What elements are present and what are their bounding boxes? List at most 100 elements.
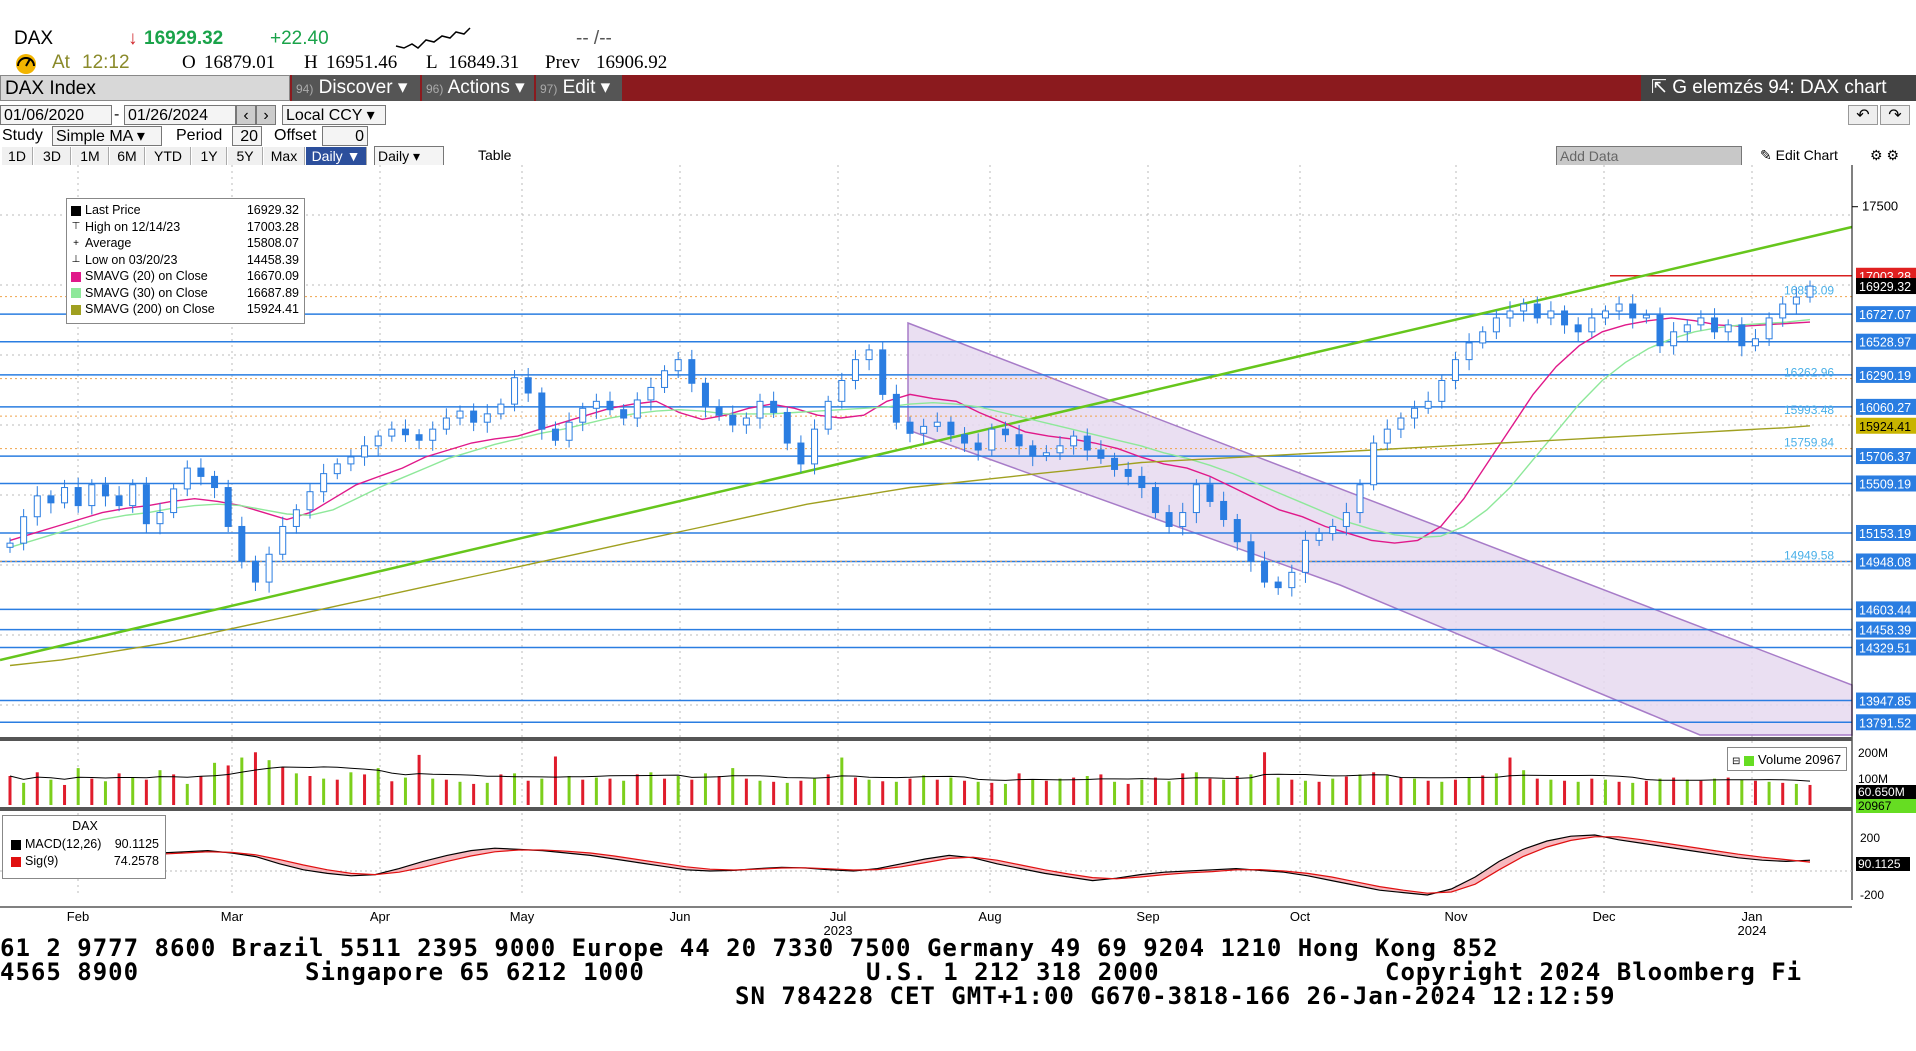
- candle-body: [538, 392, 546, 430]
- add-data-field[interactable]: Add Data: [1556, 146, 1742, 166]
- period-button-1y[interactable]: 1Y: [192, 147, 227, 165]
- x-tick-label: Jan: [1742, 909, 1763, 924]
- pop-out-icon[interactable]: ⇱: [1651, 77, 1667, 98]
- period-label: Period: [176, 127, 223, 144]
- price-tag-label: 16528.97: [1859, 336, 1911, 350]
- offset-input[interactable]: 0: [322, 126, 368, 146]
- price-tag-label: 16727.07: [1859, 308, 1911, 322]
- discover-num: 94): [296, 82, 314, 96]
- legend-row: SMAVG (200) on Close 15924.41: [71, 301, 299, 317]
- volume-bar: [1631, 782, 1635, 805]
- candle-body: [1329, 525, 1337, 534]
- start-date-text: 01/06/2020: [4, 107, 85, 124]
- edit-chart-button[interactable]: ✎ Edit Chart: [1760, 146, 1852, 166]
- candle-body: [33, 495, 41, 518]
- period-input[interactable]: 20: [232, 126, 262, 146]
- period-button-max[interactable]: Max: [264, 147, 305, 165]
- settings-icon[interactable]: ⚙ ⚙: [1870, 146, 1910, 166]
- candle-body: [1247, 541, 1255, 562]
- volume-bar: [826, 774, 830, 805]
- volume-bar: [1453, 779, 1457, 805]
- macd-row: MACD(12,26) 90.1125: [11, 836, 159, 852]
- period-button-3d[interactable]: 3D: [34, 147, 71, 165]
- start-date-field[interactable]: 01/06/2020: [0, 105, 112, 125]
- legend-label: High on 12/14/23: [85, 219, 181, 234]
- candle-body: [1792, 296, 1800, 305]
- candle-body: [170, 488, 178, 514]
- currency-select[interactable]: Local CCY ▾: [282, 105, 386, 125]
- candle-body: [1670, 331, 1678, 347]
- candle-body: [1288, 571, 1296, 589]
- period-button-ytd[interactable]: YTD: [146, 147, 191, 165]
- period-button-1m[interactable]: 1M: [72, 147, 109, 165]
- volume-bar: [499, 774, 503, 805]
- candle-body: [633, 399, 641, 419]
- period-button-6m[interactable]: 6M: [110, 147, 145, 165]
- actions-button[interactable]: 96) Actions ▾: [422, 75, 534, 101]
- volume-bar: [1576, 781, 1580, 805]
- frequency-button[interactable]: Daily ▼: [306, 147, 367, 165]
- table-button[interactable]: Table: [478, 146, 548, 166]
- end-date-field[interactable]: 01/26/2024: [124, 105, 236, 125]
- security-field[interactable]: DAX Index: [0, 75, 290, 101]
- candle-body: [456, 410, 464, 419]
- volume-bar: [253, 752, 257, 805]
- price-tag-label: 14329.51: [1859, 641, 1911, 655]
- volume-bar: [581, 779, 585, 805]
- candle-body: [1383, 428, 1391, 444]
- chevron-down-icon: ▾: [600, 77, 611, 98]
- volume-bar: [213, 762, 217, 805]
- volume-bar: [1549, 779, 1553, 805]
- volume-bar: [935, 779, 939, 805]
- candle-body: [1683, 324, 1691, 333]
- candle-body: [1506, 310, 1514, 319]
- prev-arrow-icon[interactable]: ‹: [236, 105, 256, 125]
- next-arrow-icon[interactable]: ›: [256, 105, 276, 125]
- volume-tick: 100M: [1858, 772, 1888, 786]
- discover-button[interactable]: 94) Discover ▾: [292, 75, 420, 101]
- volume-bar: [744, 778, 748, 805]
- volume-bar: [267, 760, 271, 805]
- frequency-text: Daily: [378, 148, 410, 164]
- sparkline-icon: [395, 27, 471, 49]
- macd-tick: -200: [1860, 888, 1884, 902]
- candle-body: [1083, 435, 1091, 451]
- candle-body: [1001, 428, 1009, 436]
- price-tag-label: 16060.27: [1859, 401, 1911, 415]
- candle-body: [415, 434, 423, 441]
- study-select[interactable]: Simple MA ▾: [52, 126, 162, 146]
- legend-swatch: [71, 288, 81, 299]
- legend-value: 16670.09: [246, 269, 299, 283]
- collapse-icon[interactable]: ⊟: [1732, 756, 1740, 767]
- candle-body: [1533, 303, 1541, 319]
- redo-icon[interactable]: ↷: [1880, 105, 1910, 125]
- volume-bar: [1235, 776, 1239, 805]
- volume-bar: [1140, 779, 1144, 805]
- x-tick-label: Mar: [221, 909, 244, 924]
- period-button-1d[interactable]: 1D: [2, 147, 33, 165]
- volume-bar: [1344, 776, 1348, 805]
- candle-body: [74, 487, 82, 507]
- volume-bar: [1685, 779, 1689, 805]
- offset-label: Offset: [274, 127, 317, 144]
- volume-bar: [717, 776, 721, 805]
- frequency-select[interactable]: Daily ▾: [374, 146, 444, 166]
- x-tick-label: Jul: [830, 909, 847, 924]
- candle-body: [1711, 317, 1719, 333]
- candle-body: [251, 560, 259, 583]
- candle-body: [1370, 442, 1378, 486]
- candle-body: [374, 435, 382, 447]
- candle-body: [1642, 314, 1650, 319]
- volume-value: 20967: [1805, 752, 1842, 767]
- candle-body: [1424, 400, 1432, 409]
- edit-button[interactable]: 97) Edit ▾: [536, 75, 622, 101]
- volume-bar: [1794, 783, 1798, 805]
- candle-body: [361, 445, 369, 458]
- volume-bar: [1426, 780, 1430, 805]
- candle-body: [742, 417, 750, 426]
- period-button-5y[interactable]: 5Y: [228, 147, 263, 165]
- undo-icon[interactable]: ↶: [1848, 105, 1878, 125]
- legend-row: + Average 15808.07: [71, 235, 299, 251]
- volume-bar: [1317, 781, 1321, 805]
- candle-body: [1751, 338, 1759, 347]
